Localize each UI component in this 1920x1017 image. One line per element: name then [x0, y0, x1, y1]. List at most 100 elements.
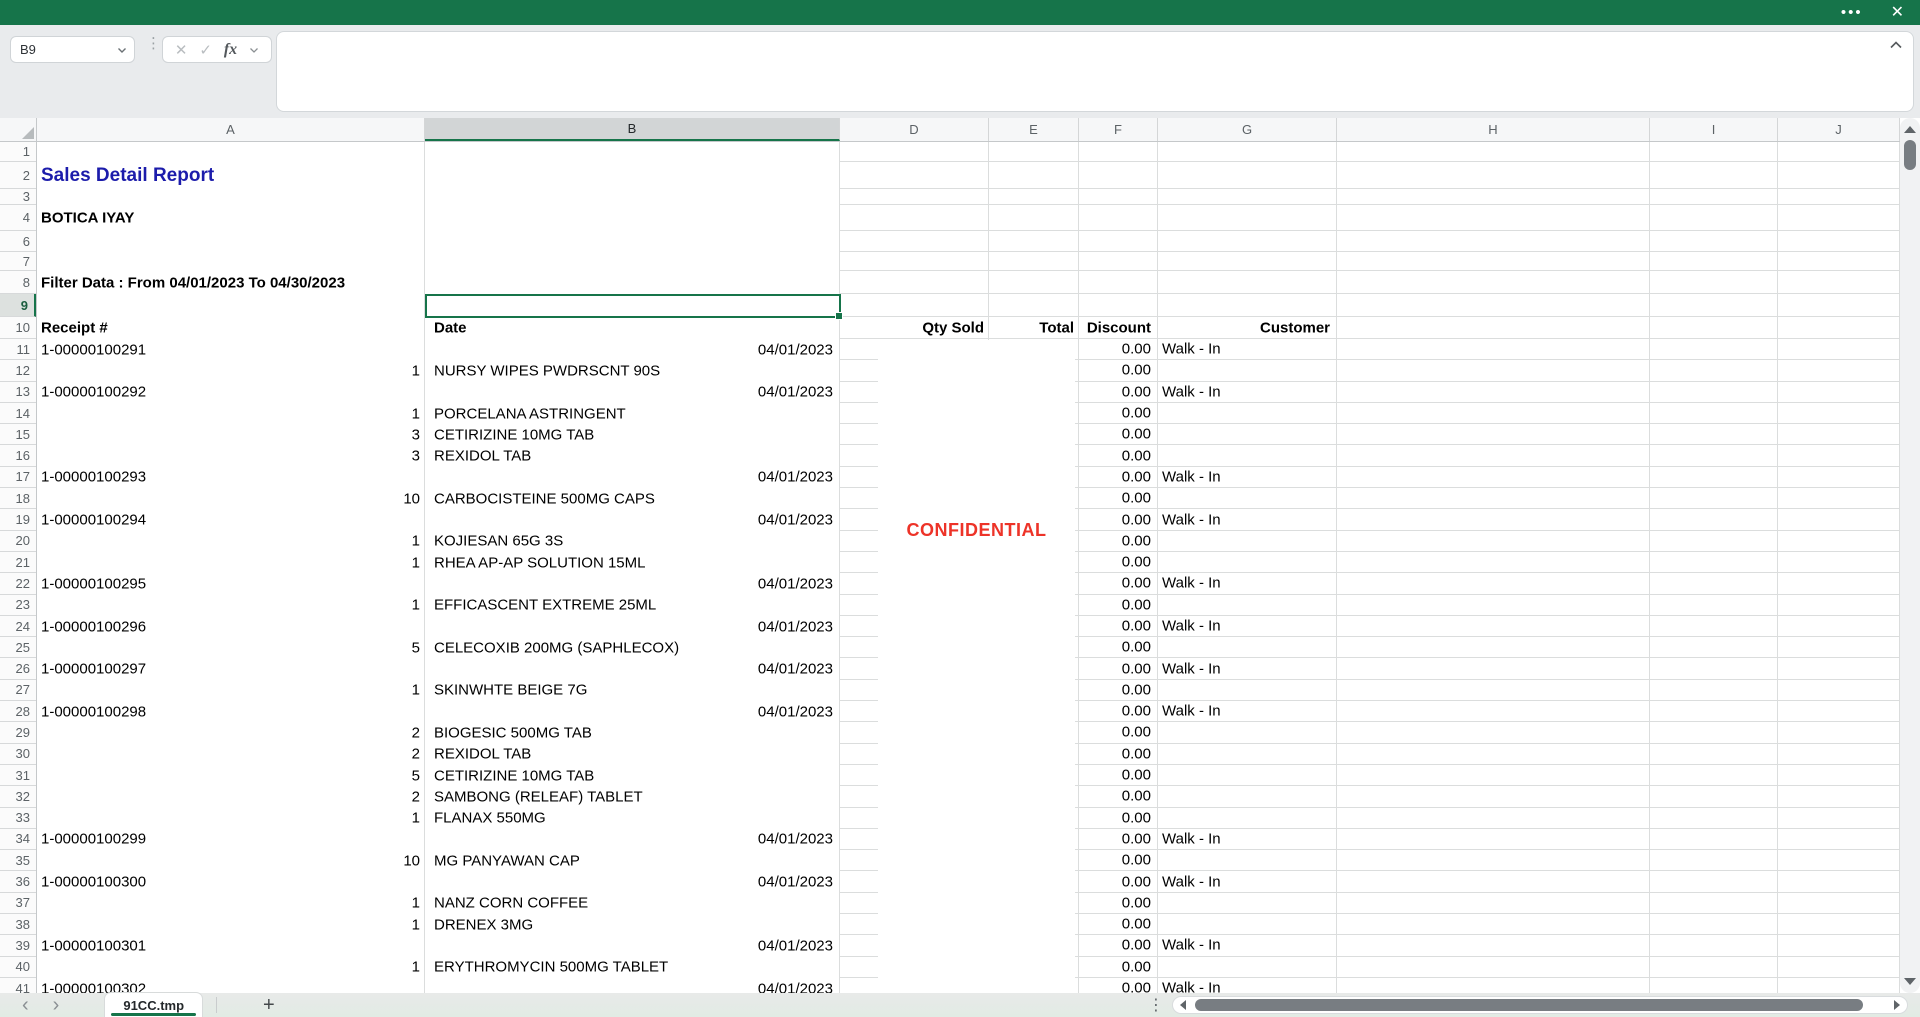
cancel-entry-icon[interactable]: ✕ — [175, 41, 188, 59]
select-all-corner[interactable] — [0, 118, 37, 141]
cell-A23[interactable]: 1 — [37, 594, 425, 616]
cell-B41[interactable]: 04/01/2023 — [425, 977, 840, 993]
cell-J34[interactable] — [1778, 828, 1900, 851]
sheet-tab-active[interactable]: 91CC.tmp — [105, 993, 203, 1017]
cell-H41[interactable] — [1337, 977, 1650, 993]
cell-A19[interactable]: 1-00000100294 — [37, 509, 425, 531]
scroll-up-icon[interactable] — [1904, 126, 1916, 133]
cell-B3[interactable] — [425, 189, 840, 205]
cell-J18[interactable] — [1778, 488, 1900, 510]
cell-J26[interactable] — [1778, 658, 1900, 680]
cell-G11[interactable]: Walk - In — [1158, 339, 1337, 361]
column-header-D[interactable]: D — [840, 118, 989, 141]
cell-J33[interactable] — [1778, 807, 1900, 829]
collapse-formula-bar-icon[interactable] — [1889, 40, 1903, 50]
cell-E2[interactable] — [989, 162, 1079, 189]
cell-G31[interactable] — [1158, 764, 1337, 787]
cell-I17[interactable] — [1650, 466, 1778, 489]
cell-I32[interactable] — [1650, 786, 1778, 808]
cell-I34[interactable] — [1650, 828, 1778, 851]
cell-F13[interactable]: 0.00 — [1079, 381, 1158, 403]
cell-A17[interactable]: 1-00000100293 — [37, 466, 425, 489]
cell-A38[interactable]: 1 — [37, 914, 425, 936]
cell-B35[interactable]: MG PANYAWAN CAP — [425, 850, 840, 872]
cell-I22[interactable] — [1650, 573, 1778, 595]
cell-A41[interactable]: 1-00000100302 — [37, 977, 425, 993]
cell-H37[interactable] — [1337, 892, 1650, 915]
row-header-32[interactable]: 32 — [0, 786, 36, 808]
cell-G15[interactable] — [1158, 424, 1337, 446]
cell-I35[interactable] — [1650, 850, 1778, 872]
cell-J27[interactable] — [1778, 679, 1900, 702]
cell-A32[interactable]: 2 — [37, 786, 425, 808]
column-header-F[interactable]: F — [1079, 118, 1158, 141]
row-header-10[interactable]: 10 — [0, 317, 36, 339]
cell-D8[interactable] — [840, 271, 989, 294]
fill-handle[interactable] — [835, 312, 843, 320]
row-header-22[interactable]: 22 — [0, 573, 36, 595]
cell-G30[interactable] — [1158, 743, 1337, 765]
cell-H12[interactable] — [1337, 360, 1650, 382]
cell-H17[interactable] — [1337, 466, 1650, 489]
row-header-1[interactable]: 1 — [0, 142, 36, 162]
cell-F15[interactable]: 0.00 — [1079, 424, 1158, 446]
cell-G9[interactable] — [1158, 294, 1337, 317]
cell-B12[interactable]: NURSY WIPES PWDRSCNT 90S — [425, 360, 840, 382]
cell-B31[interactable]: CETIRIZINE 10MG TAB — [425, 764, 840, 787]
row-header-7[interactable]: 7 — [0, 252, 36, 271]
cell-I24[interactable] — [1650, 615, 1778, 638]
cell-I26[interactable] — [1650, 658, 1778, 680]
cell-H10[interactable] — [1337, 317, 1650, 339]
cell-A13[interactable]: 1-00000100292 — [37, 381, 425, 403]
cell-I8[interactable] — [1650, 271, 1778, 294]
cell-B28[interactable]: 04/01/2023 — [425, 701, 840, 723]
row-header-36[interactable]: 36 — [0, 871, 36, 893]
close-icon[interactable]: ✕ — [1891, 0, 1904, 25]
cell-A7[interactable] — [37, 252, 425, 271]
cell-G8[interactable] — [1158, 271, 1337, 294]
cell-F35[interactable]: 0.00 — [1079, 850, 1158, 872]
cell-D2[interactable] — [840, 162, 989, 189]
cell-H7[interactable] — [1337, 252, 1650, 271]
cell-H31[interactable] — [1337, 764, 1650, 787]
cell-B27[interactable]: SKINWHTE BEIGE 7G — [425, 679, 840, 702]
cell-A11[interactable]: 1-00000100291 — [37, 339, 425, 361]
cell-H29[interactable] — [1337, 722, 1650, 744]
cell-E1[interactable] — [989, 142, 1079, 162]
cell-J17[interactable] — [1778, 466, 1900, 489]
cell-G29[interactable] — [1158, 722, 1337, 744]
cell-A21[interactable]: 1 — [37, 551, 425, 574]
cell-I6[interactable] — [1650, 231, 1778, 252]
row-header-21[interactable]: 21 — [0, 551, 36, 574]
cell-E4[interactable] — [989, 205, 1079, 231]
cell-A25[interactable]: 5 — [37, 637, 425, 659]
cell-B29[interactable]: BIOGESIC 500MG TAB — [425, 722, 840, 744]
cell-I18[interactable] — [1650, 488, 1778, 510]
cell-J37[interactable] — [1778, 892, 1900, 915]
name-box[interactable]: B9 — [10, 36, 135, 63]
cell-A26[interactable]: 1-00000100297 — [37, 658, 425, 680]
cell-G10[interactable]: Customer — [1158, 317, 1337, 339]
cell-F9[interactable] — [1079, 294, 1158, 317]
cell-J30[interactable] — [1778, 743, 1900, 765]
cell-J39[interactable] — [1778, 935, 1900, 957]
cell-H27[interactable] — [1337, 679, 1650, 702]
cell-E3[interactable] — [989, 189, 1079, 205]
cell-D3[interactable] — [840, 189, 989, 205]
cell-J4[interactable] — [1778, 205, 1900, 231]
cell-J8[interactable] — [1778, 271, 1900, 294]
row-header-37[interactable]: 37 — [0, 892, 36, 915]
cell-G21[interactable] — [1158, 551, 1337, 574]
cell-F28[interactable]: 0.00 — [1079, 701, 1158, 723]
cell-J35[interactable] — [1778, 850, 1900, 872]
cell-B34[interactable]: 04/01/2023 — [425, 828, 840, 851]
chevron-down-icon[interactable] — [249, 45, 259, 55]
cell-H6[interactable] — [1337, 231, 1650, 252]
cell-H1[interactable] — [1337, 142, 1650, 162]
cell-H11[interactable] — [1337, 339, 1650, 361]
cell-A12[interactable]: 1 — [37, 360, 425, 382]
cell-J12[interactable] — [1778, 360, 1900, 382]
cell-I11[interactable] — [1650, 339, 1778, 361]
cell-I37[interactable] — [1650, 892, 1778, 915]
cell-G28[interactable]: Walk - In — [1158, 701, 1337, 723]
